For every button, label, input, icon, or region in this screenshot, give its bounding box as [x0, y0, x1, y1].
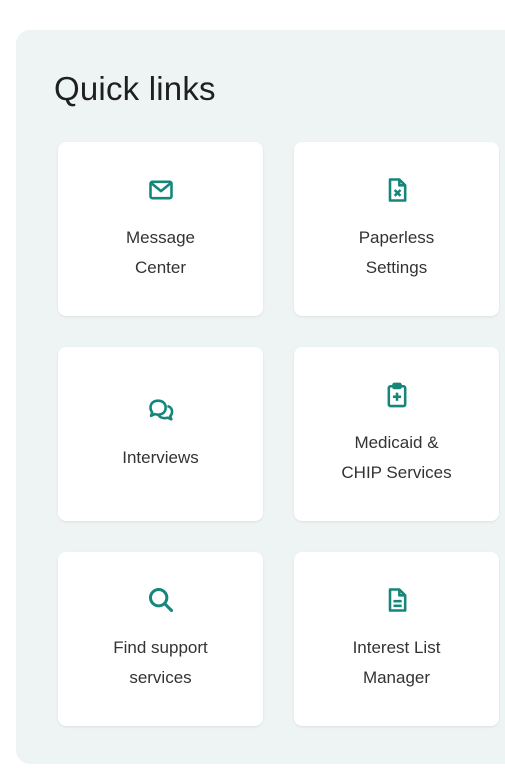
find-support-services-link[interactable]: Find support services	[58, 552, 263, 726]
paperless-settings-link[interactable]: Paperless Settings	[294, 142, 499, 316]
message-center-link[interactable]: Message Center	[58, 142, 263, 316]
interviews-link[interactable]: Interviews	[58, 347, 263, 521]
medicaid-chip-services-link[interactable]: Medicaid & CHIP Services	[294, 347, 499, 521]
quick-links-title: Quick links	[54, 70, 216, 107]
search-icon	[146, 585, 176, 615]
interviews-label: Interviews	[122, 448, 199, 467]
medical-clipboard-icon	[382, 380, 412, 410]
paperless-document-icon	[382, 175, 412, 205]
medicaid-chip-services-label: Medicaid & CHIP Services	[341, 433, 452, 482]
envelope-icon	[146, 175, 176, 205]
interest-list-manager-link[interactable]: Interest List Manager	[294, 552, 499, 726]
chat-bubbles-icon	[146, 395, 176, 425]
quick-links-panel: Quick links Message Center Paperless Set…	[16, 30, 505, 764]
message-center-label: Message Center	[126, 228, 195, 277]
interest-list-manager-label: Interest List Manager	[352, 638, 441, 687]
paperless-settings-label: Paperless Settings	[358, 228, 435, 277]
find-support-services-label: Find support services	[113, 638, 208, 687]
document-list-icon	[382, 585, 412, 615]
